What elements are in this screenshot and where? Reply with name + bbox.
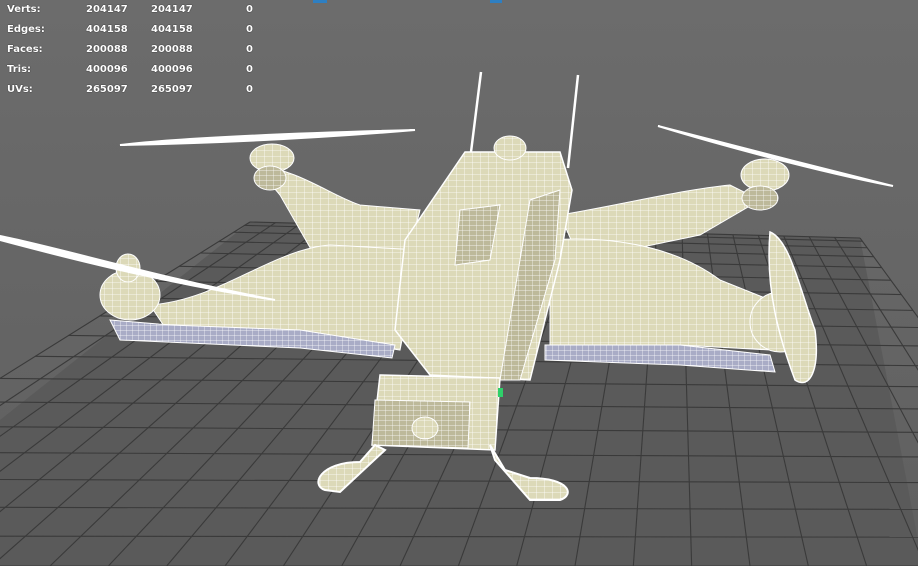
toolbar-indicator [313, 0, 327, 3]
viewport-canvas [0, 71, 918, 566]
stat-label: Faces: [7, 44, 43, 55]
stat-extra-value: 0 [246, 64, 253, 75]
stat-extra-value: 0 [246, 84, 253, 95]
stat-label: Verts: [7, 4, 41, 15]
stat-selected-value: 204147 [151, 4, 193, 15]
stat-scene-value: 200088 [86, 44, 128, 55]
stat-extra-value: 0 [246, 4, 253, 15]
stat-label: Edges: [7, 24, 45, 35]
selection-marker [498, 388, 503, 397]
stat-scene-value: 404158 [86, 24, 128, 35]
stat-scene-value: 400096 [86, 64, 128, 75]
stat-label: UVs: [7, 84, 33, 95]
stat-scene-value: 204147 [86, 4, 128, 15]
stat-selected-value: 404158 [151, 24, 193, 35]
stat-extra-value: 0 [246, 44, 253, 55]
stat-selected-value: 200088 [151, 44, 193, 55]
stat-scene-value: 265097 [86, 84, 128, 95]
toolbar-indicator [490, 0, 502, 3]
stat-label: Tris: [7, 64, 32, 75]
3d-viewport[interactable]: Verts: 204147 204147 0 Edges: 404158 404… [0, 0, 918, 566]
stat-selected-value: 265097 [151, 84, 193, 95]
stat-extra-value: 0 [246, 24, 253, 35]
stat-selected-value: 400096 [151, 64, 193, 75]
